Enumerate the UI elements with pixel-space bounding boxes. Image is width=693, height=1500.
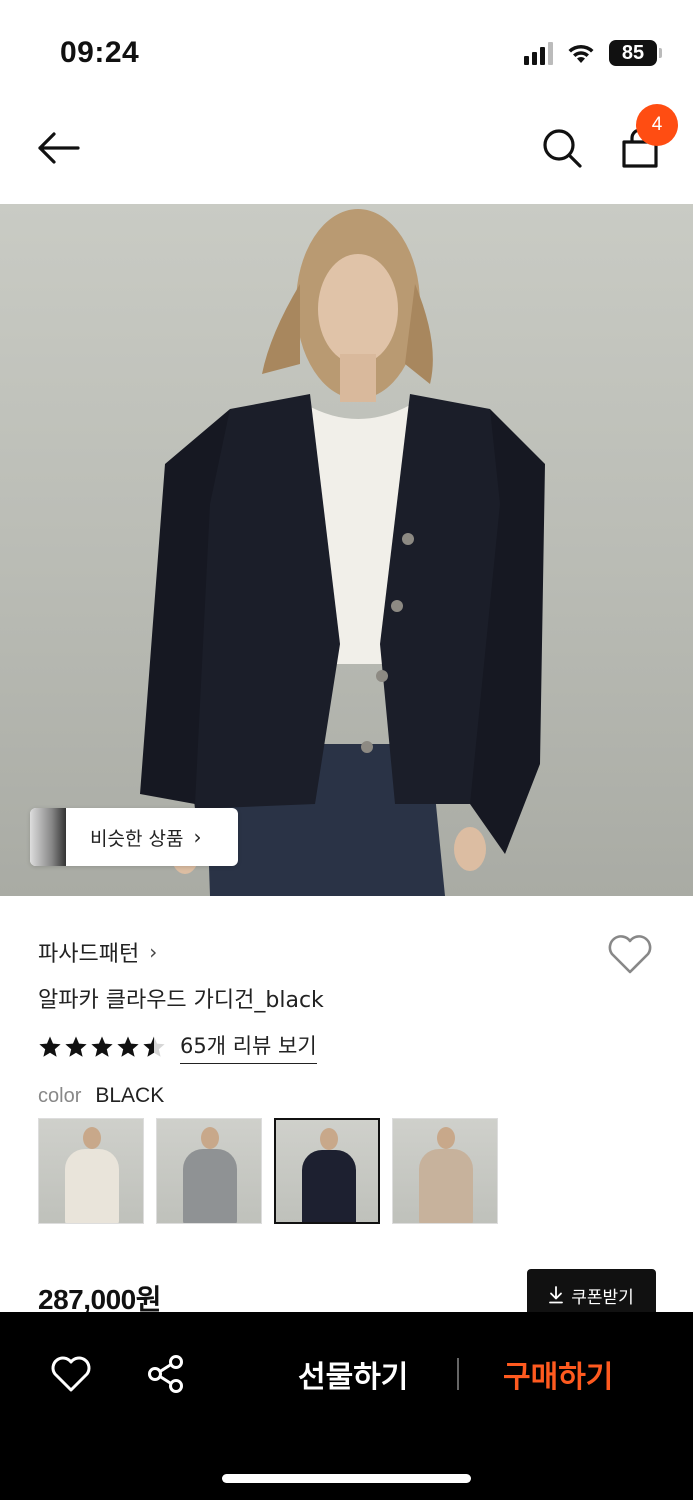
back-arrow-icon[interactable] <box>36 130 82 166</box>
battery-icon: 85 <box>609 40 662 66</box>
color-swatch-gray[interactable] <box>156 1118 262 1224</box>
star-rating <box>38 1035 166 1059</box>
product-name: 알파카 클라우드 가디건_black <box>38 988 324 1013</box>
similar-products-button[interactable]: 비슷한 상품 › <box>30 808 238 866</box>
swatch-garment <box>65 1149 119 1223</box>
review-link[interactable]: 65개 리뷰 보기 <box>180 1030 317 1064</box>
status-bar: 09:24 85 <box>0 0 693 100</box>
product-image[interactable]: 비슷한 상품 › <box>0 204 693 896</box>
color-label: color <box>38 1085 82 1107</box>
bottom-action-bar: 선물하기 구매하기 <box>0 1312 693 1500</box>
color-swatch-ivory[interactable] <box>38 1118 144 1224</box>
star-icon <box>39 1036 61 1057</box>
chevron-right-icon: › <box>193 825 202 849</box>
brand-link[interactable]: 파사드패턴 › <box>38 936 157 968</box>
status-icons: 85 <box>524 40 662 66</box>
share-icon[interactable] <box>146 1354 186 1394</box>
color-swatch-black[interactable] <box>274 1118 380 1224</box>
status-time: 09:24 <box>60 36 140 69</box>
search-icon[interactable] <box>540 126 584 170</box>
divider <box>457 1358 459 1390</box>
color-swatch-beige[interactable] <box>392 1118 498 1224</box>
wifi-icon <box>568 44 594 63</box>
top-nav <box>0 100 693 204</box>
similar-products-label: 비슷한 상품 <box>90 827 184 850</box>
swatch-model-head <box>201 1127 219 1149</box>
heart-icon[interactable] <box>606 932 654 976</box>
signal-icon <box>524 41 553 65</box>
brand-name: 파사드패턴 <box>38 942 140 967</box>
heart-icon[interactable] <box>50 1354 92 1394</box>
home-indicator <box>222 1474 471 1483</box>
battery-level: 85 <box>621 41 645 64</box>
color-swatches <box>38 1118 498 1224</box>
star-icon <box>65 1036 87 1057</box>
swatch-model-head <box>83 1127 101 1149</box>
swatch-garment <box>419 1149 473 1223</box>
star-icon <box>117 1036 139 1057</box>
download-icon <box>549 1286 564 1304</box>
rating-row: 65개 리뷰 보기 <box>38 1030 317 1064</box>
swatch-garment <box>302 1150 356 1222</box>
gift-button[interactable]: 선물하기 <box>298 1352 408 1396</box>
cart-count-badge[interactable]: 4 <box>636 104 678 146</box>
model-photo <box>140 209 545 896</box>
swatch-garment <box>183 1149 237 1223</box>
star-icon <box>91 1036 113 1057</box>
swatch-model-head <box>320 1128 338 1150</box>
color-row: color BLACK <box>38 1084 164 1108</box>
star-icon <box>143 1036 165 1057</box>
similar-products-thumbnail <box>30 808 66 866</box>
swatch-model-head <box>437 1127 455 1149</box>
chevron-right-icon: › <box>149 940 158 964</box>
color-value: BLACK <box>95 1084 165 1107</box>
buy-button[interactable]: 구매하기 <box>503 1352 613 1396</box>
coupon-label: 쿠폰받기 <box>571 1287 634 1308</box>
